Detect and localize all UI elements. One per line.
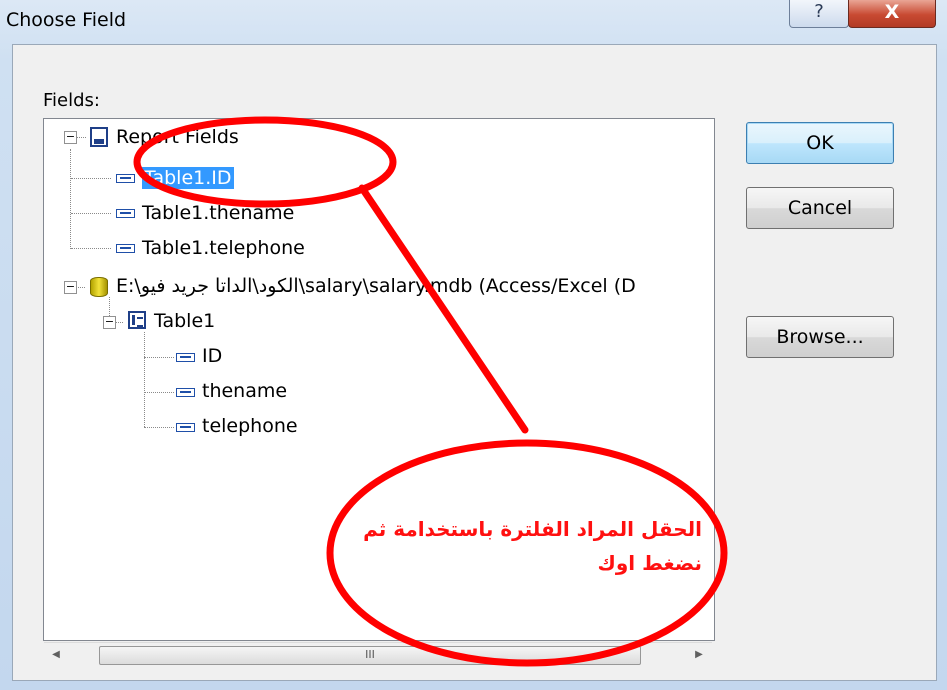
scroll-thumb[interactable]: III <box>99 646 641 665</box>
ok-button[interactable]: OK <box>746 122 894 164</box>
scroll-left-icon[interactable]: ◀ <box>48 647 64 663</box>
fields-label: Fields: <box>43 90 100 111</box>
tree-node-report-field[interactable]: Table1.telephone <box>142 233 305 263</box>
browse-button[interactable]: Browse... <box>746 316 894 358</box>
cancel-button[interactable]: Cancel <box>746 187 894 229</box>
report-icon <box>90 127 108 147</box>
field-icon <box>116 209 135 218</box>
collapse-datasource-icon[interactable]: − <box>64 281 77 294</box>
field-icon <box>176 353 195 362</box>
collapse-report-fields-icon[interactable]: − <box>64 131 77 144</box>
close-button[interactable]: X <box>848 0 936 28</box>
scroll-right-icon[interactable]: ▶ <box>691 647 707 663</box>
tree-guide <box>144 427 174 428</box>
field-icon <box>176 388 195 397</box>
tree-node-datasource[interactable]: E:\الكود\الداتا جريد فيو\salary\salary.m… <box>116 271 636 301</box>
collapse-table-icon[interactable]: − <box>103 316 116 329</box>
tree-node-report-field[interactable]: Table1.thename <box>142 198 294 228</box>
dialog-window: Choose Field ? X Fields: − Report Fields… <box>0 0 947 690</box>
tree-guide <box>70 149 71 249</box>
tree-node-table-field[interactable]: telephone <box>202 411 298 441</box>
tree-node-table-field[interactable]: ID <box>202 341 222 371</box>
tree-guide <box>144 357 174 358</box>
tree-guide <box>71 213 111 214</box>
help-button[interactable]: ? <box>789 0 849 28</box>
field-icon <box>116 244 135 253</box>
tree-node-report-field[interactable]: Table1.ID <box>142 163 234 193</box>
tree-node-table[interactable]: Table1 <box>154 306 215 336</box>
field-icon <box>116 174 135 183</box>
window-title: Choose Field <box>6 9 127 31</box>
tree-guide <box>71 178 111 179</box>
field-icon <box>176 423 195 432</box>
tree-node-report-fields[interactable]: Report Fields <box>116 122 239 152</box>
annotation-line-2: نضغط اوك <box>597 551 702 575</box>
tree-guide <box>144 332 145 427</box>
table-icon <box>128 311 146 329</box>
database-icon <box>90 277 108 297</box>
horizontal-scrollbar[interactable]: ◀ III ▶ <box>44 642 712 667</box>
tree-guide <box>144 392 174 393</box>
tree-node-table-field[interactable]: thename <box>202 376 287 406</box>
annotation-line-1: الحقل المراد الفلترة باستخدامة ثم <box>363 517 702 541</box>
tree-guide <box>71 248 111 249</box>
annotation-note: الحقل المراد الفلترة باستخدامة ثم نضغط ا… <box>352 512 702 580</box>
dialog-client-area: Fields: − Report Fields Table1.ID Table1… <box>12 44 937 681</box>
